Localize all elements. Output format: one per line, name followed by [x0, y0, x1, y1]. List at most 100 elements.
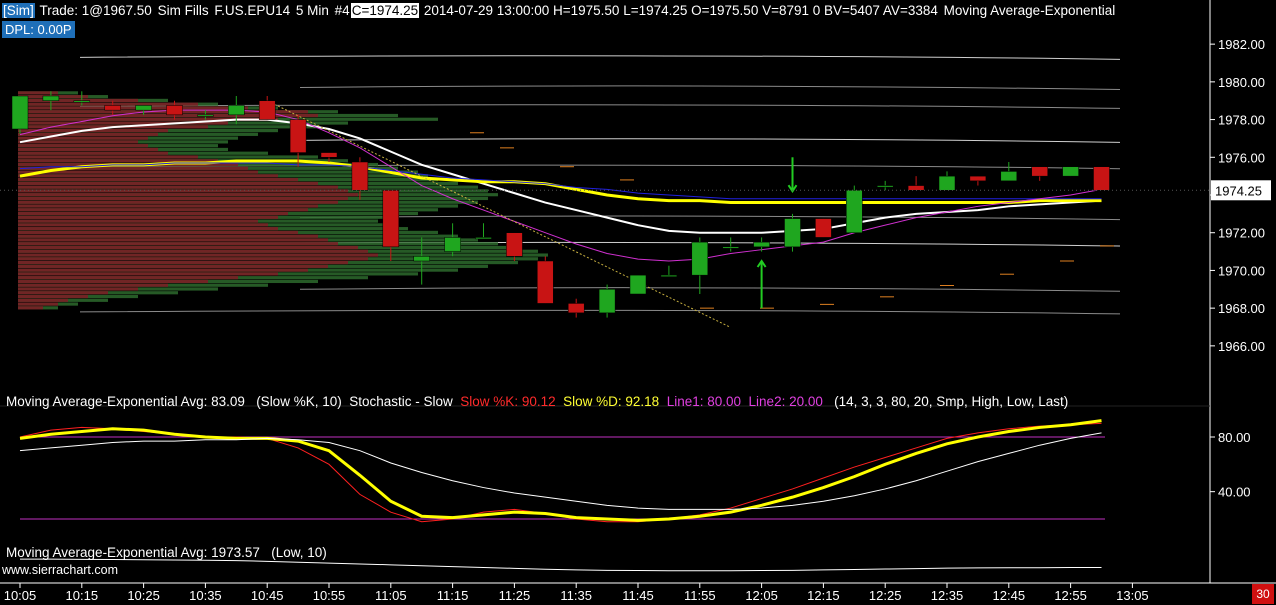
volume-profile-bid	[18, 204, 318, 208]
price-tick-label: 1970.00	[1218, 263, 1265, 278]
stochastic-line	[19, 432, 1102, 510]
level-line	[299, 138, 1121, 143]
volume-profile-bid	[18, 276, 238, 280]
volume-profile-bid	[18, 291, 108, 295]
candle-body	[784, 218, 801, 248]
stoch-d-label: Slow %D: 92.18	[563, 394, 660, 409]
volume-profile-bid	[18, 230, 298, 234]
close-value: C=1974.25	[350, 3, 420, 18]
candle-body	[382, 190, 400, 248]
volume-profile-bid	[18, 91, 58, 95]
price-tick-label: 1982.00	[1218, 37, 1265, 52]
chart-number: #4	[334, 3, 350, 18]
candle-body	[228, 105, 245, 116]
sim-tag[interactable]: [Sim]	[2, 3, 35, 18]
candle-body	[506, 232, 523, 257]
current-price-label: 1974.25	[1215, 183, 1262, 198]
time-tick-label: 11:55	[684, 588, 716, 603]
candle-body	[197, 114, 214, 117]
volume-profile-bid	[18, 298, 68, 302]
candle-body	[42, 95, 60, 101]
volume-profile-bid	[18, 249, 368, 253]
volume-profile-bid	[18, 245, 358, 250]
time-tick-label: 13:05	[1116, 588, 1149, 603]
candle-body	[444, 237, 461, 252]
volume-profile-bid	[18, 181, 318, 185]
candle-body	[722, 246, 739, 249]
volume-profile-bid	[18, 208, 308, 212]
level-line	[299, 287, 1121, 292]
time-tick-label: 12:25	[869, 588, 902, 603]
volume-profile-bid	[18, 140, 138, 144]
time-tick-label: 12:55	[1054, 588, 1087, 603]
watermark: www.sierrachart.com	[2, 563, 118, 577]
candle-body	[876, 185, 894, 188]
candle-body	[815, 218, 832, 238]
stoch-k-label: Slow %K: 90.12	[460, 394, 556, 409]
volume-profile-bid	[18, 261, 348, 265]
candle-body	[846, 190, 863, 233]
candle-body	[537, 260, 554, 304]
candle-body	[104, 105, 121, 111]
time-tick-label: 12:15	[807, 588, 840, 603]
dpl-badge: DPL: 0.00P	[2, 21, 75, 38]
level-line	[79, 55, 1121, 60]
time-tick-label: 11:05	[375, 588, 407, 603]
volume-profile-bid	[18, 174, 278, 178]
candle-body	[11, 95, 29, 130]
chart-canvas: 1982.001980.001978.001976.001974.001972.…	[0, 0, 1276, 603]
candle-body	[413, 256, 430, 262]
interval-label: 5 Min	[295, 3, 329, 18]
price-tick-label: 1978.00	[1218, 113, 1265, 128]
candle-body	[166, 105, 183, 116]
volume-profile-bid	[18, 302, 58, 306]
volume-profile-bid	[18, 264, 328, 268]
volume-profile-bid	[18, 193, 358, 197]
scroll-badge[interactable]: 30	[1252, 584, 1274, 604]
time-tick-label: 10:05	[4, 588, 37, 603]
time-tick-label: 11:45	[622, 588, 654, 603]
volume-profile-bid	[18, 279, 208, 284]
candle-body	[660, 274, 678, 277]
volume-profile-bid	[18, 257, 368, 261]
candle-body	[907, 185, 925, 191]
price-tick-label: 1966.00	[1218, 339, 1265, 354]
volume-profile-bid	[18, 215, 278, 219]
price-tick-label: 1980.00	[1218, 75, 1265, 90]
level-line	[299, 85, 1121, 91]
volume-profile-bid	[18, 219, 258, 223]
time-tick-label: 12:45	[993, 588, 1026, 603]
price-tick-label: 1976.00	[1218, 150, 1265, 165]
volume-profile-bid	[18, 106, 248, 110]
price-tick-label: 1972.00	[1218, 226, 1265, 241]
volume-profile-bid	[18, 147, 158, 152]
candle-body	[1062, 166, 1079, 177]
volume-profile-bid	[18, 234, 318, 238]
volume-profile-bid	[18, 227, 278, 231]
volume-profile-bid	[18, 185, 338, 189]
level-line	[299, 215, 1121, 221]
stoch-line2-label: Line2: 20.00	[748, 394, 823, 409]
low-ema-label: Moving Average-Exponential Avg: 1973.57	[6, 545, 260, 560]
volume-profile-bid	[18, 155, 198, 159]
trade-info: Trade: 1@1967.50	[39, 3, 152, 18]
candle-body	[938, 175, 956, 191]
candle-body	[320, 152, 338, 158]
volume-profile-bid	[18, 200, 338, 204]
candle-body	[475, 237, 492, 240]
candle-body	[258, 100, 276, 120]
stoch-name: Stochastic - Slow	[349, 394, 453, 409]
candle-body	[289, 119, 307, 153]
candle-body	[1093, 166, 1110, 191]
volume-profile-bid	[18, 253, 378, 257]
volume-profile-bid	[18, 283, 168, 287]
time-tick-label: 11:15	[437, 588, 469, 603]
time-tick-label: 10:35	[189, 588, 222, 603]
volume-profile-bid	[18, 306, 43, 310]
time-tick-label: 10:45	[251, 588, 284, 603]
study-name: Moving Average-Exponential	[943, 3, 1116, 18]
time-tick-label: 11:35	[560, 588, 592, 603]
candle-body	[598, 289, 616, 314]
volume-profile-bid	[18, 223, 268, 227]
time-tick-label: 10:15	[66, 588, 99, 603]
